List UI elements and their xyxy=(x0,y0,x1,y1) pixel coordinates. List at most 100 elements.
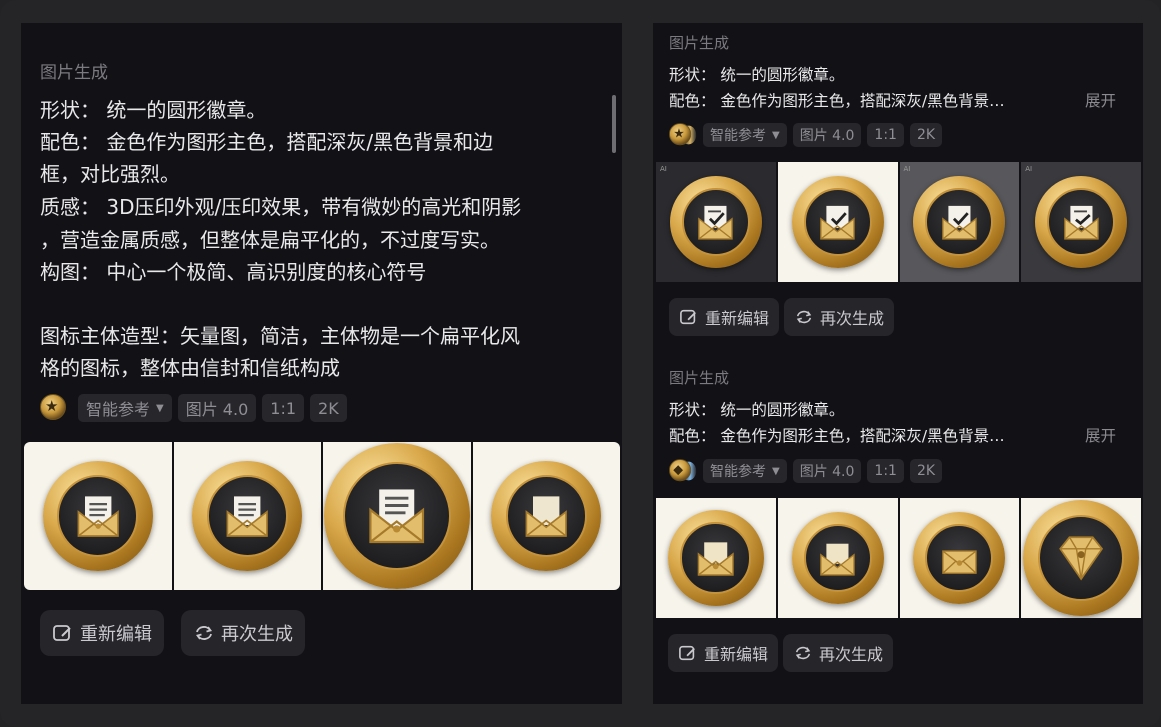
edit-icon xyxy=(680,309,696,325)
envelope-icon xyxy=(697,542,734,576)
badge-image xyxy=(323,443,470,589)
prompt-line: 配色： 金色作为图形主色，搭配深灰/黑色背景… xyxy=(669,92,1005,110)
badge-image xyxy=(913,512,1006,604)
regenerate-label: 再次生成 xyxy=(221,624,293,645)
result-image[interactable]: AI xyxy=(899,162,1020,282)
caret-down-icon: ▼ xyxy=(156,402,164,414)
envelope-icon xyxy=(820,543,855,576)
result-image[interactable] xyxy=(472,442,620,590)
model-chip[interactable]: 图片 4.0 xyxy=(177,394,257,422)
envelope-letter-icon xyxy=(226,496,268,537)
envelope-icon xyxy=(942,549,977,574)
reference-image-thumbnail[interactable]: ◆ xyxy=(669,459,697,483)
result-image[interactable] xyxy=(899,498,1020,618)
prompt-line: 形状： 统一的圆形徽章。 xyxy=(669,66,845,84)
prompt-line: 质感： 3D压印外观/压印效果，带有微妙的高光和阴影 xyxy=(40,195,522,219)
result-image[interactable] xyxy=(173,442,321,590)
envelope-letter-icon xyxy=(369,489,425,544)
caret-down-icon: ▼ xyxy=(772,465,780,477)
generation-settings: ★ 智能参考 ▼ 图片 4.0 1:1 2K xyxy=(40,394,347,422)
prompt-line: 图标主体造型：矢量图，简洁，主体物是一个扁平化风 xyxy=(40,324,520,348)
caret-down-icon: ▼ xyxy=(772,129,780,141)
badge-image xyxy=(791,176,884,268)
result-image[interactable] xyxy=(323,442,471,590)
smart-reference-label: 智能参考 xyxy=(710,464,766,480)
regenerate-label: 再次生成 xyxy=(820,309,885,328)
reference-image-thumbnail[interactable]: ★ xyxy=(40,394,72,422)
generation-card-right: 图片生成 形状： 统一的圆形徽章。 配色： 金色作为图形主色，搭配深灰/黑色背景… xyxy=(653,23,1143,704)
resolution-chip[interactable]: 2K xyxy=(909,459,943,483)
result-image-grid xyxy=(24,442,620,590)
diamond-icon xyxy=(1059,536,1104,581)
prompt-line: 形状： 统一的圆形徽章。 xyxy=(40,98,267,122)
badge-image xyxy=(491,461,602,571)
scrollbar-thumb[interactable] xyxy=(612,95,616,153)
smart-reference-label: 智能参考 xyxy=(710,128,766,144)
model-chip[interactable]: 图片 4.0 xyxy=(792,123,862,147)
re-edit-label: 重新编辑 xyxy=(80,624,152,645)
refresh-icon xyxy=(795,646,811,660)
expand-link[interactable]: 展开 xyxy=(1085,89,1116,111)
regenerate-button[interactable]: 再次生成 xyxy=(181,610,305,656)
badge-image xyxy=(791,512,884,604)
result-image[interactable]: AI xyxy=(656,162,776,282)
watermark: AI xyxy=(660,165,667,173)
edit-icon xyxy=(53,625,71,641)
badge-image xyxy=(192,461,303,571)
smart-reference-dropdown[interactable]: 智能参考 ▼ xyxy=(703,123,787,147)
badge-image xyxy=(1035,176,1128,268)
re-edit-button[interactable]: 重新编辑 xyxy=(668,634,779,672)
model-chip[interactable]: 图片 4.0 xyxy=(792,459,862,483)
generation-card-left: 图片生成 形状： 统一的圆形徽章。 配色： 金色作为图形主色，搭配深灰/黑色背景… xyxy=(21,23,622,704)
regenerate-label: 再次生成 xyxy=(819,645,884,664)
app-window: 图片生成 形状： 统一的圆形徽章。 配色： 金色作为图形主色，搭配深灰/黑色背景… xyxy=(0,0,1161,727)
envelope-check-icon xyxy=(942,205,977,240)
badge-image xyxy=(913,176,1006,268)
generation-settings: ◆ 智能参考 ▼ 图片 4.0 1:1 2K xyxy=(669,457,943,485)
result-image[interactable] xyxy=(656,498,776,618)
envelope-letter-icon xyxy=(525,496,567,537)
result-image[interactable] xyxy=(24,442,172,590)
result-image-grid: AI AI AI xyxy=(656,162,1141,282)
envelope-check-icon xyxy=(820,205,855,240)
watermark: AI xyxy=(903,165,911,173)
result-image-grid xyxy=(656,498,1141,618)
result-image[interactable]: AI xyxy=(1021,162,1141,282)
generation-type-label: 图片生成 xyxy=(669,369,730,387)
smart-reference-dropdown[interactable]: 智能参考 ▼ xyxy=(703,459,787,483)
reference-image-thumbnail[interactable]: ★ xyxy=(669,123,697,147)
prompt-line: 构图： 中心一个极简、高识别度的核心符号 xyxy=(40,260,427,284)
re-edit-button[interactable]: 重新编辑 xyxy=(40,610,164,656)
ratio-chip[interactable]: 1:1 xyxy=(867,459,904,483)
refresh-icon xyxy=(796,310,812,324)
prompt-line: ，营造金属质感，但整体是扁平化的，不过度写实。 xyxy=(40,228,500,252)
generation-type-label: 图片生成 xyxy=(40,63,108,83)
envelope-check-icon xyxy=(698,205,734,240)
re-edit-label: 重新编辑 xyxy=(705,309,770,328)
result-image[interactable] xyxy=(777,162,898,282)
refresh-icon xyxy=(195,626,213,640)
regenerate-button[interactable]: 再次生成 xyxy=(784,298,895,336)
watermark: AI xyxy=(1025,165,1033,173)
envelope-check-icon xyxy=(1063,205,1099,240)
re-edit-label: 重新编辑 xyxy=(704,645,769,664)
badge-image xyxy=(669,176,762,268)
envelope-letter-icon xyxy=(77,496,119,537)
smart-reference-label: 智能参考 xyxy=(86,400,151,419)
resolution-chip[interactable]: 2K xyxy=(310,394,347,422)
re-edit-button[interactable]: 重新编辑 xyxy=(669,298,780,336)
regenerate-button[interactable]: 再次生成 xyxy=(783,634,894,672)
prompt-line: 配色： 金色作为图形主色，搭配深灰/黑色背景和边 xyxy=(40,130,494,154)
expand-link[interactable]: 展开 xyxy=(1085,424,1116,446)
badge-image xyxy=(1023,500,1140,616)
result-image[interactable] xyxy=(1021,498,1141,618)
generation-type-label: 图片生成 xyxy=(669,34,730,52)
smart-reference-dropdown[interactable]: 智能参考 ▼ xyxy=(78,394,172,422)
prompt-line: 格的图标，整体由信封和信纸构成 xyxy=(40,356,340,380)
ratio-chip[interactable]: 1:1 xyxy=(262,394,305,422)
prompt-line: 形状： 统一的圆形徽章。 xyxy=(669,401,845,419)
ratio-chip[interactable]: 1:1 xyxy=(867,123,904,147)
badge-image xyxy=(42,461,153,571)
result-image[interactable] xyxy=(777,498,898,618)
resolution-chip[interactable]: 2K xyxy=(909,123,943,147)
